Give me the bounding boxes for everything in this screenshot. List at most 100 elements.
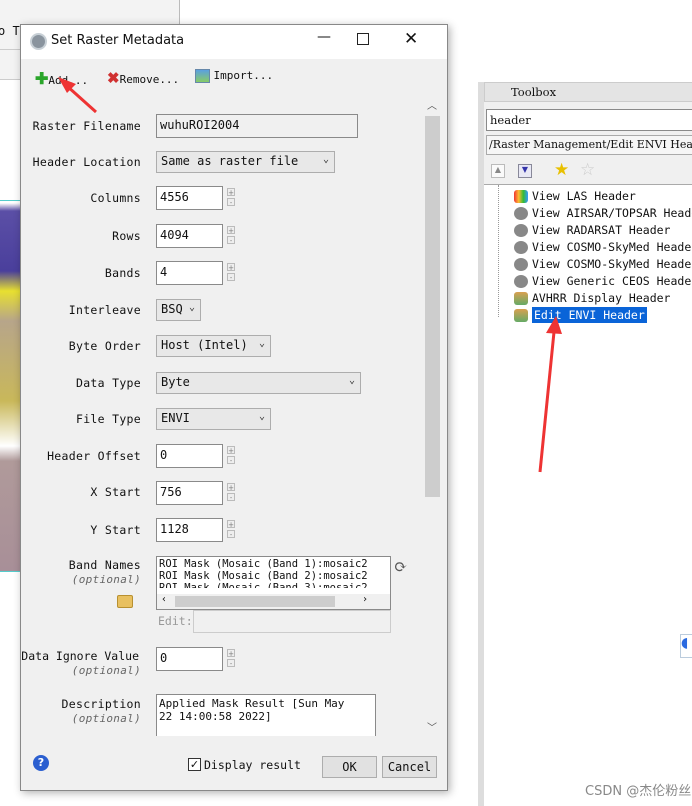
plus-icon: ✚ <box>35 69 49 88</box>
raster-filename-label: Raster Filename <box>32 119 141 133</box>
toolbox-path: /Raster Management/Edit ENVI Header <box>486 135 692 155</box>
header-location-select[interactable]: Same as raster file ⌄ <box>156 151 335 173</box>
band-name-item[interactable]: ROI Mask (Mosaic (Band 1):mosaic2( <box>159 558 369 570</box>
scroll-up-arrow[interactable]: ︿ <box>427 97 437 112</box>
description-optional: (optional) <box>71 712 141 725</box>
cancel-button[interactable]: Cancel <box>382 756 437 778</box>
import-image-icon <box>195 69 210 83</box>
close-button[interactable]: ✕ <box>404 29 418 49</box>
data-ignore-value-stepper[interactable]: + - <box>227 649 235 669</box>
watermark: CSDN @杰伦粉丝 <box>585 784 692 799</box>
expand-button[interactable]: ▼ <box>518 164 532 178</box>
satellite-icon <box>514 241 528 254</box>
header-offset-field[interactable]: 0 <box>156 444 223 468</box>
chevron-down-icon: ⌄ <box>258 338 265 349</box>
satellite-icon <box>514 224 528 237</box>
toolbox-search-input[interactable]: header <box>486 109 692 131</box>
interleave-select[interactable]: BSQ ⌄ <box>156 299 201 321</box>
horizontal-scrollbar[interactable]: ‹ › <box>157 594 390 609</box>
dialog-title: Set Raster Metadata <box>51 33 185 48</box>
description-label: Description <box>61 697 141 711</box>
bands-stepper[interactable]: + - <box>227 263 235 283</box>
ok-button[interactable]: OK <box>322 756 377 778</box>
tree-item-edit-envi-header[interactable]: Edit ENVI Header <box>514 307 647 324</box>
remove-button[interactable]: ✖Remove... <box>107 69 179 87</box>
raster-tool-icon <box>514 309 528 322</box>
raster-filename-field[interactable]: wuhuROI2004 <box>156 114 358 138</box>
toolbox-tree: View LAS Header View AIRSAR/TOPSAR Heade… <box>484 184 692 806</box>
tree-item-view-airsar-header[interactable]: View AIRSAR/TOPSAR Header <box>514 205 692 222</box>
band-name-item[interactable]: ROI Mask (Mosaic (Band 2):mosaic2( <box>159 570 369 582</box>
maximize-button[interactable] <box>357 33 369 45</box>
header-location-label: Header Location <box>32 155 141 169</box>
x-icon: ✖ <box>107 69 120 87</box>
raster-tool-icon <box>514 292 528 305</box>
band-name-edit-field[interactable] <box>193 610 391 633</box>
y-start-label: Y Start <box>90 523 141 537</box>
tree-item-view-cosmo-header-2[interactable]: View COSMO-SkyMed Header 2 <box>514 256 692 273</box>
minimize-button[interactable]: — <box>311 29 337 53</box>
satellite-icon <box>514 275 528 288</box>
chevron-down-icon: ⌄ <box>258 411 265 422</box>
file-type-select[interactable]: ENVI ⌄ <box>156 408 271 430</box>
open-folder-icon[interactable] <box>117 595 133 608</box>
interleave-label: Interleave <box>68 303 141 317</box>
refresh-icon[interactable]: ⟳ <box>394 557 407 576</box>
scrollbar-thumb[interactable] <box>425 116 440 497</box>
collapse-button[interactable]: ▲ <box>491 164 505 178</box>
chevron-down-icon: ⌄ <box>322 154 329 165</box>
satellite-icon <box>514 207 528 220</box>
remove-favorite-icon[interactable]: ☆ <box>580 160 595 180</box>
band-name-item[interactable]: ROI Mask (Mosaic (Band 3):mosaic2( <box>159 582 369 588</box>
chevron-down-icon: ⌄ <box>348 375 355 386</box>
display-result-checkbox[interactable]: ✓ <box>188 758 201 771</box>
byte-order-label: Byte Order <box>68 339 141 353</box>
tree-item-view-generic-ceos-header[interactable]: View Generic CEOS Header <box>514 273 692 290</box>
toolbox-panel: Toolbox header /Raster Management/Edit E… <box>478 82 692 806</box>
set-raster-metadata-dialog: Set Raster Metadata — ✕ ✚Add... ✖Remove.… <box>20 24 448 791</box>
data-type-label: Data Type <box>75 376 141 390</box>
band-names-optional: (optional) <box>71 573 141 586</box>
scroll-down-arrow[interactable]: ﹀ <box>427 719 437 734</box>
chevron-down-icon: ⌄ <box>188 302 195 313</box>
add-favorite-icon[interactable]: ★ <box>554 160 569 180</box>
x-start-stepper[interactable]: + - <box>227 483 235 503</box>
header-offset-stepper[interactable]: + - <box>227 446 235 466</box>
header-offset-label: Header Offset <box>47 449 141 463</box>
x-start-field[interactable]: 756 <box>156 481 223 505</box>
scrollbar-thumb[interactable] <box>175 596 335 607</box>
display-result-label: Display result <box>204 758 301 772</box>
bands-field[interactable]: 4 <box>156 261 223 285</box>
columns-label: Columns <box>90 191 141 205</box>
satellite-icon <box>514 258 528 271</box>
scroll-left-arrow[interactable]: ‹ <box>161 594 167 606</box>
data-type-select[interactable]: Byte ⌄ <box>156 372 361 394</box>
description-textarea[interactable]: Applied Mask Result [Sun May 22 14:00:58… <box>156 694 376 736</box>
background-toolbar <box>0 50 20 80</box>
help-icon[interactable]: ? <box>33 755 49 771</box>
tree-item-view-las-header[interactable]: View LAS Header <box>514 188 636 205</box>
vertical-scrollbar[interactable]: ︿ ﹀ <box>424 97 440 737</box>
import-button[interactable]: Import... <box>195 69 273 83</box>
scroll-right-arrow[interactable]: › <box>362 594 368 606</box>
data-ignore-value-optional: (optional) <box>71 664 141 677</box>
data-ignore-value-label: Data Ignore Value <box>21 649 139 663</box>
side-icon[interactable]: ◖ <box>680 634 692 658</box>
tree-item-avhrr-display-header[interactable]: AVHRR Display Header <box>514 290 670 307</box>
band-names-label: Band Names <box>68 558 141 572</box>
tree-item-view-cosmo-header-1[interactable]: View COSMO-SkyMed Header 1 <box>514 239 692 256</box>
columns-field[interactable]: 4556 <box>156 186 223 210</box>
data-ignore-value-field[interactable]: 0 <box>156 647 223 671</box>
band-names-list[interactable]: ROI Mask (Mosaic (Band 1):mosaic2( ROI M… <box>156 556 391 610</box>
y-start-field[interactable]: 1128 <box>156 518 223 542</box>
tree-item-view-radarsat-header[interactable]: View RADARSAT Header <box>514 222 670 239</box>
bands-label: Bands <box>104 266 141 280</box>
y-start-stepper[interactable]: + - <box>227 520 235 540</box>
add-button[interactable]: ✚Add... <box>35 69 88 88</box>
byte-order-select[interactable]: Host (Intel) ⌄ <box>156 335 271 357</box>
title-bar: Set Raster Metadata — ✕ <box>21 25 447 59</box>
las-icon <box>514 190 528 203</box>
columns-stepper[interactable]: + - <box>227 188 235 208</box>
rows-field[interactable]: 4094 <box>156 224 223 248</box>
rows-stepper[interactable]: + - <box>227 226 235 246</box>
